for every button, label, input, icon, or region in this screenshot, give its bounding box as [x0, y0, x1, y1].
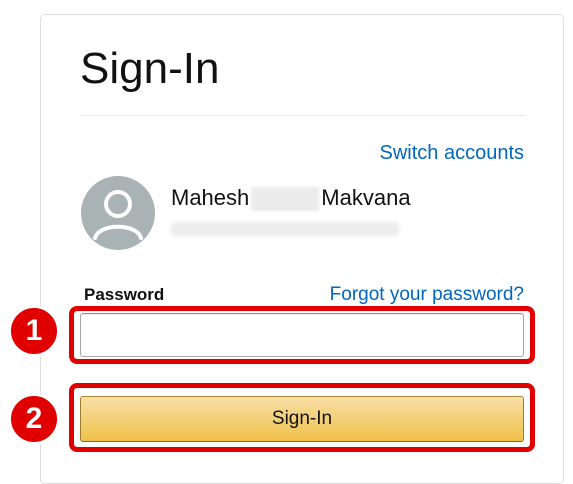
redacted-name-block	[251, 187, 320, 212]
switch-accounts-link[interactable]: Switch accounts	[379, 141, 524, 165]
account-last-name: Makvana	[321, 185, 411, 210]
avatar	[81, 176, 155, 250]
account-name: Mahesh Makvana	[171, 185, 411, 212]
step-badge-2: 2	[8, 393, 60, 445]
step-badge-1: 1	[8, 305, 60, 357]
forgot-password-link[interactable]: Forgot your password?	[330, 284, 524, 306]
redacted-email	[171, 222, 399, 236]
page-title: Sign-In	[80, 44, 220, 93]
password-input[interactable]	[80, 313, 524, 357]
account-first-name: Mahesh	[171, 185, 250, 210]
sign-in-button[interactable]: Sign-In	[80, 396, 524, 442]
divider	[80, 115, 524, 116]
user-icon	[93, 190, 143, 240]
password-label: Password	[84, 285, 165, 304]
